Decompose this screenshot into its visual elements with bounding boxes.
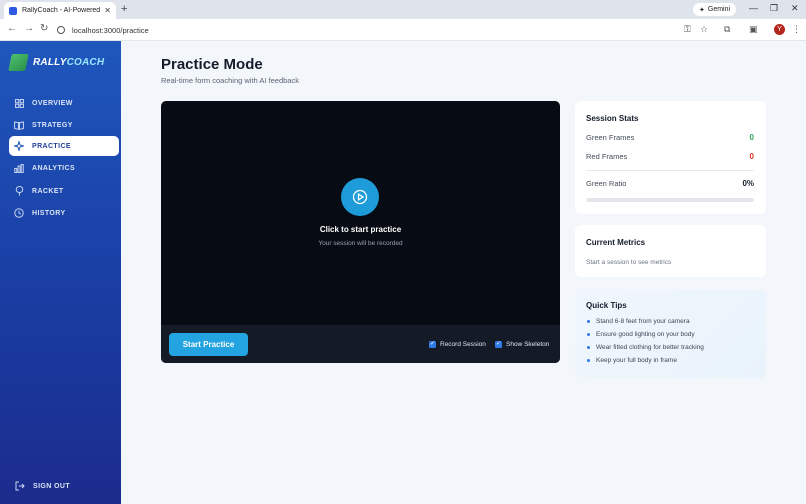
sidebar-item-racket[interactable]: RACKET xyxy=(9,181,119,201)
video-prompt-title: Click to start practice xyxy=(319,225,402,234)
menu-kebab-icon[interactable]: ⋮ xyxy=(792,24,801,35)
new-tab-button[interactable]: + xyxy=(121,2,127,16)
sidebar-item-label: OVERVIEW xyxy=(32,99,73,107)
bullet-icon xyxy=(587,320,590,323)
video-prompt-subtitle: Your session will be recorded xyxy=(318,240,403,247)
sign-out-label: SIGN OUT xyxy=(33,482,71,490)
video-preview[interactable]: Click to start practice Your session wil… xyxy=(161,101,560,363)
bullet-icon xyxy=(587,333,590,336)
url-field[interactable]: localhost:3000/practice xyxy=(57,22,717,38)
record-session-label: Record Session xyxy=(440,341,486,348)
list-item: Stand 6-8 feet from your camera xyxy=(587,318,690,325)
racket-icon xyxy=(14,186,24,196)
checkmark-icon: ✓ xyxy=(429,341,436,348)
brand-logo[interactable]: RALLYCOACH xyxy=(8,54,105,71)
bar-chart-icon xyxy=(14,163,24,173)
page-title: Practice Mode xyxy=(161,56,263,73)
sidebar-item-label: ANALYTICS xyxy=(32,164,76,172)
favicon-icon xyxy=(9,6,17,15)
sidebar-item-label: STRATEGY xyxy=(32,121,73,129)
gemini-button[interactable]: ✦ Gemini xyxy=(693,3,737,16)
logo-mark-icon xyxy=(8,54,29,71)
list-item: Keep your full body in frame xyxy=(587,357,677,364)
bookmark-star-icon[interactable]: ☆ xyxy=(700,24,708,35)
page-subtitle: Real-time form coaching with AI feedback xyxy=(161,76,299,85)
profile-avatar[interactable]: Y xyxy=(774,24,785,35)
green-ratio-progress xyxy=(586,198,754,202)
sidebar-item-label: PRACTICE xyxy=(32,142,71,150)
green-frames-label: Green Frames xyxy=(586,133,635,142)
green-ratio-label: Green Ratio xyxy=(586,179,627,188)
gemini-label: Gemini xyxy=(707,6,731,13)
sidebar-item-strategy[interactable]: STRATEGY xyxy=(9,115,119,135)
sidebar-item-history[interactable]: HISTORY xyxy=(9,203,119,223)
current-metrics-card: Current Metrics Start a session to see m… xyxy=(575,225,766,277)
close-icon[interactable]: ✕ xyxy=(104,6,111,15)
window-close-icon[interactable]: ✕ xyxy=(791,3,799,14)
brand-name: RALLYCOACH xyxy=(33,57,105,68)
list-item: Wear fitted clothing for better tracking xyxy=(587,344,704,351)
book-icon xyxy=(14,120,24,130)
sign-out-button[interactable]: SIGN OUT xyxy=(15,481,70,491)
grid-icon xyxy=(14,98,24,108)
sparkle-icon: ✦ xyxy=(699,6,705,14)
minimize-icon[interactable]: — xyxy=(749,3,758,13)
video-control-bar: Start Practice ✓ Record Session ✓ Show S… xyxy=(161,325,560,363)
site-info-icon[interactable] xyxy=(57,26,65,34)
password-key-icon[interactable]: ⚿ xyxy=(684,24,691,35)
quick-tips-title: Quick Tips xyxy=(586,301,627,310)
show-skeleton-checkbox[interactable]: ✓ Show Skeleton xyxy=(495,341,549,348)
sidebar-item-overview[interactable]: OVERVIEW xyxy=(9,93,119,113)
red-frames-value: 0 xyxy=(749,152,754,161)
forward-icon[interactable]: → xyxy=(24,23,34,34)
logout-icon xyxy=(15,481,25,491)
session-stats-card: Session Stats Green Frames 0 Red Frames … xyxy=(575,101,766,214)
list-item: Ensure good lighting on your body xyxy=(587,331,695,338)
current-metrics-title: Current Metrics xyxy=(586,238,646,247)
play-button[interactable] xyxy=(341,178,379,216)
extensions-icon[interactable]: ⧉ xyxy=(724,24,730,35)
red-frames-label: Red Frames xyxy=(586,152,628,161)
browser-tab[interactable]: RallyCoach - AI-Powered Ba ✕ xyxy=(4,2,116,19)
side-panel-icon[interactable]: ▣ xyxy=(749,24,758,35)
play-icon xyxy=(352,189,368,205)
start-practice-button[interactable]: Start Practice xyxy=(169,333,248,356)
sparkle-icon xyxy=(14,141,24,151)
reload-icon[interactable]: ↻ xyxy=(40,23,48,34)
stats-divider xyxy=(586,170,754,171)
bullet-icon xyxy=(587,359,590,362)
show-skeleton-label: Show Skeleton xyxy=(506,341,550,348)
green-ratio-value: 0% xyxy=(742,179,754,188)
green-frames-value: 0 xyxy=(749,133,754,142)
address-bar: ← → ↻ localhost:3000/practice ⚿ ☆ ⧉ ▣ Y … xyxy=(0,19,806,41)
quick-tips-card: Quick Tips Stand 6-8 feet from your came… xyxy=(575,290,766,378)
checkmark-icon: ✓ xyxy=(495,341,502,348)
sidebar-item-label: RACKET xyxy=(32,187,64,195)
session-stats-title: Session Stats xyxy=(586,114,639,123)
record-session-checkbox[interactable]: ✓ Record Session xyxy=(429,341,486,348)
url-text: localhost:3000/practice xyxy=(72,25,149,35)
sidebar-item-label: HISTORY xyxy=(32,209,66,217)
browser-tab-strip: RallyCoach - AI-Powered Ba ✕ + ✦ Gemini … xyxy=(0,0,806,19)
sidebar-item-analytics[interactable]: ANALYTICS xyxy=(9,158,119,178)
metrics-empty-text: Start a session to see metrics xyxy=(586,259,672,266)
sidebar: RALLYCOACH OVERVIEW STRATEGY PRACTICE AN… xyxy=(0,41,121,504)
tab-title: RallyCoach - AI-Powered Ba xyxy=(22,7,101,14)
sidebar-item-practice[interactable]: PRACTICE xyxy=(9,136,119,156)
bullet-icon xyxy=(587,346,590,349)
restore-icon[interactable]: ❐ xyxy=(770,3,778,14)
back-icon[interactable]: ← xyxy=(7,23,17,34)
clock-icon xyxy=(14,208,24,218)
